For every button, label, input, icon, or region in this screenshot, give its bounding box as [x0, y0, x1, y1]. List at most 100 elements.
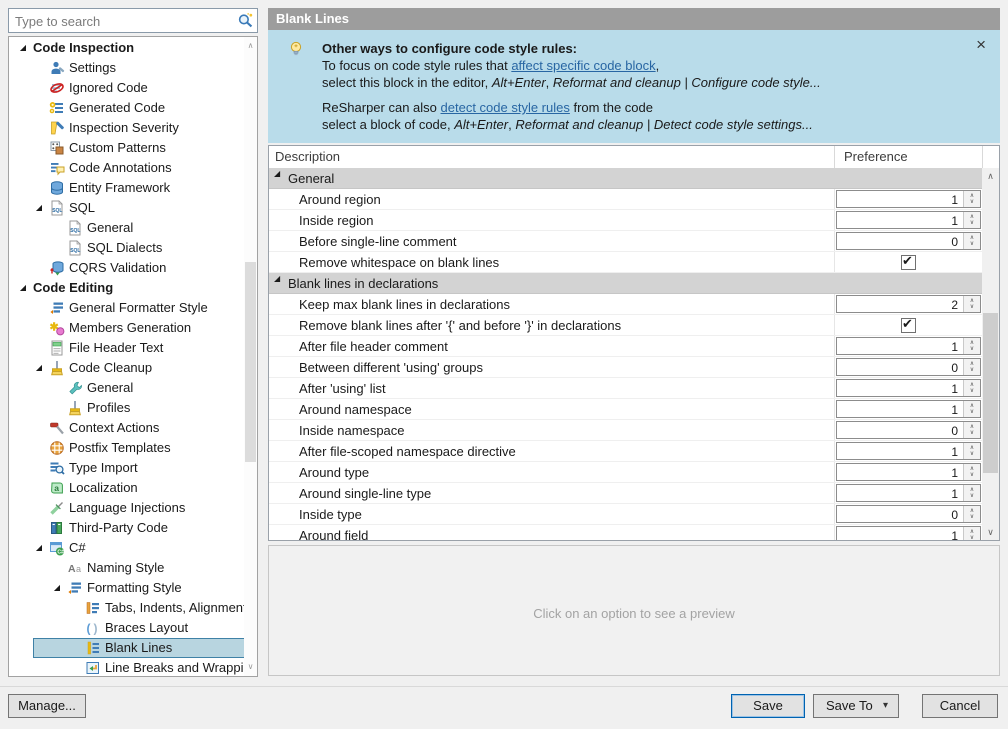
tree-item-settings[interactable]: Settings: [9, 58, 243, 78]
scrollbar-thumb[interactable]: [983, 313, 998, 473]
spinner-buttons[interactable]: ∧∨: [963, 422, 980, 438]
save-to-button[interactable]: Save To ▾: [813, 694, 899, 718]
spinner-buttons[interactable]: ∧∨: [963, 191, 980, 207]
tree-item-general-formatter-style[interactable]: General Formatter Style: [9, 298, 243, 318]
expander-icon[interactable]: ◢: [51, 579, 63, 597]
expander-icon[interactable]: ◢: [17, 39, 29, 57]
scrollbar-thumb[interactable]: [245, 262, 256, 462]
spinner-buttons[interactable]: ∧∨: [963, 233, 980, 249]
spinner-buttons[interactable]: ∧∨: [963, 506, 980, 522]
tree-item-sql[interactable]: ◢SQLSQL: [9, 198, 243, 218]
grid-row-remove-whitespace-on-blank-lines[interactable]: Remove whitespace on blank lines✔: [269, 252, 982, 273]
tree-item-tabs-indents-alignment[interactable]: Tabs, Indents, Alignment: [9, 598, 243, 618]
grid-row-after-file-header-comment[interactable]: After file header comment1∧∨: [269, 336, 982, 357]
tree-item-members-generation[interactable]: ✱Members Generation: [9, 318, 243, 338]
grid-row-around-field[interactable]: Around field1∧∨: [269, 525, 982, 540]
grid-row-inside-type[interactable]: Inside type0∧∨: [269, 504, 982, 525]
spinner-buttons[interactable]: ∧∨: [963, 380, 980, 396]
spin-editor-around-field[interactable]: 1∧∨: [836, 526, 981, 540]
tree-item-file-header-text[interactable]: File Header Text: [9, 338, 243, 358]
tree-item-code-annotations[interactable]: Code Annotations: [9, 158, 243, 178]
scroll-down-icon[interactable]: ∨: [982, 524, 999, 540]
spin-down-icon[interactable]: ∨: [964, 471, 980, 479]
expander-icon[interactable]: ◢: [33, 359, 45, 377]
tree-item-inspection-severity[interactable]: Inspection Severity: [9, 118, 243, 138]
spin-down-icon[interactable]: ∨: [964, 345, 980, 353]
spin-editor-inside-namespace[interactable]: 0∧∨: [836, 421, 981, 439]
tree-item-ignored-code[interactable]: Ignored Code: [9, 78, 243, 98]
tree-item-custom-patterns[interactable]: Custom Patterns: [9, 138, 243, 158]
spin-editor-inside-type[interactable]: 0∧∨: [836, 505, 981, 523]
checkbox-remove-blank-lines-after-and-before-in-declarations[interactable]: ✔: [901, 318, 916, 333]
tree-item-generated-code[interactable]: Generated Code: [9, 98, 243, 118]
spinner-buttons[interactable]: ∧∨: [963, 359, 980, 375]
tree-item-profiles[interactable]: Profiles: [9, 398, 243, 418]
spin-down-icon[interactable]: ∨: [964, 492, 980, 500]
spin-editor-around-type[interactable]: 1∧∨: [836, 463, 981, 481]
spinner-buttons[interactable]: ∧∨: [963, 443, 980, 459]
grid-scrollbar[interactable]: ∧ ∨: [982, 168, 999, 540]
expander-icon[interactable]: ◢: [33, 199, 45, 217]
tree-item-braces-layout[interactable]: ()Braces Layout: [9, 618, 243, 638]
spin-editor-keep-max-blank-lines-in-declarations[interactable]: 2∧∨: [836, 295, 981, 313]
grid-row-around-type[interactable]: Around type1∧∨: [269, 462, 982, 483]
tree-item-language-injections[interactable]: Language Injections: [9, 498, 243, 518]
expander-icon[interactable]: ◢: [274, 274, 280, 283]
tree-item-code-inspection[interactable]: ◢Code Inspection: [9, 38, 243, 58]
spin-editor-after-file-scoped-namespace-directive[interactable]: 1∧∨: [836, 442, 981, 460]
tree-item-sql-dialects[interactable]: SQLSQL Dialects: [9, 238, 243, 258]
tree-item-line-breaks-and-wrapping[interactable]: Line Breaks and Wrapping: [9, 658, 243, 677]
grid-row-blank-lines-in-declarations[interactable]: ◢Blank lines in declarations: [269, 273, 982, 294]
spin-down-icon[interactable]: ∨: [964, 534, 980, 540]
tree-item-postfix-templates[interactable]: Postfix Templates: [9, 438, 243, 458]
cancel-button[interactable]: Cancel: [922, 694, 998, 718]
grid-row-inside-namespace[interactable]: Inside namespace0∧∨: [269, 420, 982, 441]
grid-row-after-file-scoped-namespace-directive[interactable]: After file-scoped namespace directive1∧∨: [269, 441, 982, 462]
spin-editor-between-different-using-groups[interactable]: 0∧∨: [836, 358, 981, 376]
manage-button[interactable]: Manage...: [8, 694, 86, 718]
grid-row-remove-blank-lines-after-and-before-in-declarations[interactable]: Remove blank lines after '{' and before …: [269, 315, 982, 336]
tree-item-third-party-code[interactable]: Third-Party Code: [9, 518, 243, 538]
spinner-buttons[interactable]: ∧∨: [963, 464, 980, 480]
affect-specific-code-block-link[interactable]: affect specific code block: [511, 58, 655, 73]
grid-row-inside-region[interactable]: Inside region1∧∨: [269, 210, 982, 231]
tree-item-formatting-style[interactable]: ◢Formatting Style: [9, 578, 243, 598]
tree-item-general[interactable]: SQLGeneral: [9, 218, 243, 238]
spin-down-icon[interactable]: ∨: [964, 429, 980, 437]
grid-row-around-region[interactable]: Around region1∧∨: [269, 189, 982, 210]
tree-item-cqrs-validation[interactable]: CQRS Validation: [9, 258, 243, 278]
grid-row-keep-max-blank-lines-in-declarations[interactable]: Keep max blank lines in declarations2∧∨: [269, 294, 982, 315]
spinner-buttons[interactable]: ∧∨: [963, 338, 980, 354]
expander-icon[interactable]: ◢: [33, 539, 45, 557]
spin-down-icon[interactable]: ∨: [964, 450, 980, 458]
tree-item-code-editing[interactable]: ◢Code Editing: [9, 278, 243, 298]
expander-icon[interactable]: ◢: [274, 169, 280, 178]
spin-editor-around-region[interactable]: 1∧∨: [836, 190, 981, 208]
spin-down-icon[interactable]: ∨: [964, 387, 980, 395]
spin-down-icon[interactable]: ∨: [964, 219, 980, 227]
spin-editor-after-file-header-comment[interactable]: 1∧∨: [836, 337, 981, 355]
grid-row-before-single-line-comment[interactable]: Before single-line comment0∧∨: [269, 231, 982, 252]
spin-down-icon[interactable]: ∨: [964, 513, 980, 521]
spin-editor-around-single-line-type[interactable]: 1∧∨: [836, 484, 981, 502]
grid-row-after-using-list[interactable]: After 'using' list1∧∨: [269, 378, 982, 399]
save-button[interactable]: Save: [731, 694, 805, 718]
column-divider[interactable]: [982, 146, 983, 168]
grid-row-around-namespace[interactable]: Around namespace1∧∨: [269, 399, 982, 420]
spin-down-icon[interactable]: ∨: [964, 240, 980, 248]
search-box[interactable]: [8, 8, 258, 33]
tree-scrollbar[interactable]: ∧ ∨: [244, 37, 257, 676]
tree-item-context-actions[interactable]: Context Actions: [9, 418, 243, 438]
spinner-buttons[interactable]: ∧∨: [963, 212, 980, 228]
tree-item-blank-lines[interactable]: Blank Lines: [9, 638, 243, 658]
column-divider[interactable]: [834, 146, 835, 168]
tree-item-naming-style[interactable]: AaNaming Style: [9, 558, 243, 578]
tree-item-entity-framework[interactable]: Entity Framework: [9, 178, 243, 198]
expander-icon[interactable]: ◢: [17, 279, 29, 297]
scroll-up-icon[interactable]: ∧: [982, 168, 999, 184]
spinner-buttons[interactable]: ∧∨: [963, 485, 980, 501]
close-icon[interactable]: ×: [976, 36, 986, 53]
tree-item-localization[interactable]: aLocalization: [9, 478, 243, 498]
search-input[interactable]: [13, 11, 227, 32]
spin-editor-before-single-line-comment[interactable]: 0∧∨: [836, 232, 981, 250]
